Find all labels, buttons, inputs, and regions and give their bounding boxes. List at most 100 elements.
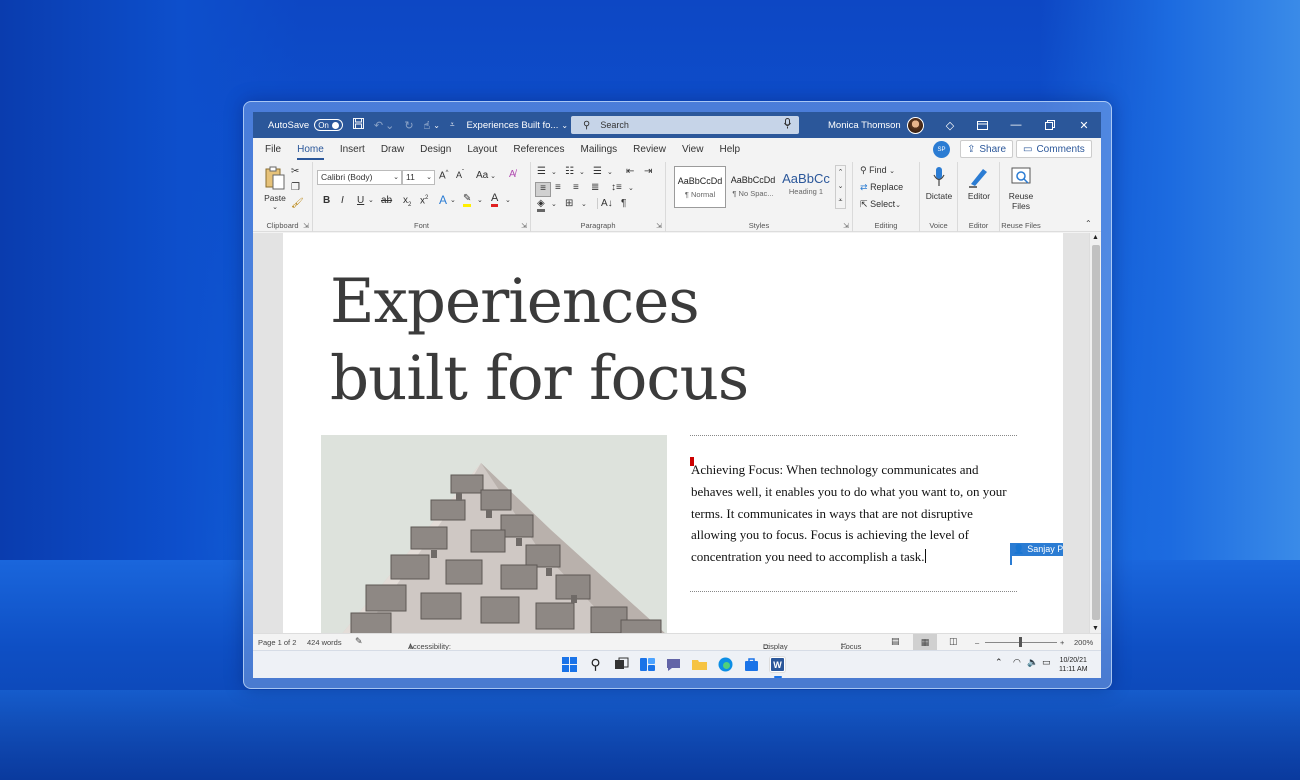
widgets-icon[interactable] (639, 656, 656, 673)
body-paragraph[interactable]: Achieving Focus: When technology communi… (691, 459, 1011, 568)
multilevel-dropdown-icon[interactable]: ⌄ (607, 168, 613, 176)
multilevel-list-icon[interactable]: ☰ (593, 166, 602, 177)
chevron-up-icon[interactable]: ⌃ (995, 657, 1003, 668)
minimize-icon[interactable]: — (999, 112, 1033, 138)
font-size-combo[interactable]: 11 ⌄ (402, 170, 435, 185)
redo-icon[interactable]: ↻ (404, 119, 413, 132)
undo-dropdown-icon[interactable]: ⌄ (385, 119, 394, 132)
clipboard-launcher-icon[interactable]: ⇲ (303, 222, 309, 230)
ribbon-display-icon[interactable] (965, 112, 999, 138)
shrink-font-icon[interactable]: Aˇ (456, 170, 464, 180)
shading-dropdown-icon[interactable]: ⌄ (551, 200, 557, 208)
text-effects-dropdown-icon[interactable]: ⌄ (450, 196, 456, 204)
change-case-button[interactable]: Aa ⌄ (476, 170, 496, 181)
dictate-button[interactable]: Dictate (923, 166, 955, 201)
style-heading-1[interactable]: AaBbCc Heading 1 (780, 166, 832, 208)
file-explorer-icon[interactable] (691, 656, 708, 673)
tab-help[interactable]: Help (711, 138, 748, 162)
justify-icon[interactable]: ≣ (591, 182, 599, 193)
share-button[interactable]: ⇪ Share (960, 140, 1014, 158)
search-icon[interactable]: ⚲ (587, 656, 604, 673)
diamond-icon[interactable]: ◇ (933, 112, 967, 138)
font-name-combo[interactable]: Calibri (Body) ⌄ (317, 170, 402, 185)
paste-dropdown-icon[interactable]: ⌄ (263, 203, 287, 211)
tab-insert[interactable]: Insert (332, 138, 373, 162)
replace-button[interactable]: ⇄ Replace (860, 182, 903, 193)
superscript-icon[interactable]: x2 (420, 195, 428, 206)
close-icon[interactable]: ✕ (1067, 112, 1101, 138)
underline-icon[interactable]: U (357, 195, 364, 206)
numbering-icon[interactable]: ☷ (565, 166, 574, 177)
web-layout-icon[interactable]: ◫ (949, 636, 958, 647)
increase-indent-icon[interactable]: ⇥ (644, 166, 652, 177)
paste-button[interactable]: Paste ⌄ (263, 166, 287, 211)
tab-design[interactable]: Design (412, 138, 459, 162)
align-center-icon[interactable]: ≡ (555, 182, 561, 193)
zoom-in-button[interactable]: + (1060, 638, 1064, 647)
undo-icon[interactable]: ↶ (374, 119, 383, 132)
tab-home[interactable]: Home (289, 138, 332, 162)
read-mode-icon[interactable]: ▤ (891, 636, 900, 647)
numbering-dropdown-icon[interactable]: ⌄ (579, 168, 585, 176)
proofing-icon[interactable]: ✎ (355, 636, 363, 647)
font-color-dropdown-icon[interactable]: ⌄ (505, 196, 511, 204)
volume-icon[interactable]: 🔈 (1027, 657, 1038, 668)
font-color-icon[interactable]: A (491, 192, 499, 207)
wifi-icon[interactable]: ◠ (1013, 657, 1021, 668)
find-button[interactable]: ⚲ Find ⌄ (860, 165, 895, 176)
paragraph-launcher-icon[interactable]: ⇲ (656, 222, 662, 230)
borders-dropdown-icon[interactable]: ⌄ (581, 200, 587, 208)
scroll-down-icon[interactable]: ▼ (1092, 625, 1099, 632)
highlight-dropdown-icon[interactable]: ⌄ (477, 196, 483, 204)
text-effects-icon[interactable]: A (439, 193, 447, 207)
customize-toolbar-icon[interactable]: ⩡ (450, 120, 455, 130)
user-account[interactable]: Monica Thomson (828, 112, 924, 138)
scrollbar-thumb[interactable] (1092, 245, 1100, 620)
borders-icon[interactable]: ⊞ (565, 198, 573, 209)
scroll-up-icon[interactable]: ▲ (1092, 234, 1099, 241)
line-spacing-icon[interactable]: ↕≡ (611, 182, 622, 193)
autosave-toggle[interactable]: On (314, 119, 343, 131)
highlight-icon[interactable]: ✎ (463, 193, 472, 207)
clear-formatting-icon[interactable]: A̸ (509, 169, 516, 180)
tab-review[interactable]: Review (625, 138, 674, 162)
microphone-icon[interactable] (784, 118, 791, 132)
tab-view[interactable]: View (674, 138, 712, 162)
line-spacing-dropdown-icon[interactable]: ⌄ (628, 184, 634, 192)
print-layout-icon[interactable]: ▦ (913, 634, 937, 650)
comments-button[interactable]: ▭ Comments (1016, 140, 1092, 158)
word-app-icon[interactable]: W (769, 656, 786, 673)
align-right-icon[interactable]: ≡ (573, 182, 579, 193)
align-left-icon[interactable]: ≡ (535, 182, 551, 197)
cut-icon[interactable]: ✂ (291, 166, 299, 177)
battery-icon[interactable]: ▭ (1042, 657, 1051, 668)
grow-font-icon[interactable]: A^ (439, 170, 449, 181)
tab-draw[interactable]: Draw (373, 138, 412, 162)
bullets-dropdown-icon[interactable]: ⌄ (551, 168, 557, 176)
document-page[interactable]: Experiences built for focus Achieving Fo… (283, 233, 1063, 633)
start-icon[interactable] (561, 656, 578, 673)
collaborator-avatar[interactable]: SP (933, 141, 950, 158)
copy-icon[interactable]: ❐ (291, 182, 300, 193)
search-box[interactable]: ⚲ Search (571, 116, 799, 134)
style-normal[interactable]: AaBbCcDd ¶ Normal (674, 166, 726, 208)
tab-layout[interactable]: Layout (459, 138, 505, 162)
touch-dropdown-icon[interactable]: ⌄ (433, 121, 440, 130)
collapse-ribbon-icon[interactable]: ⌃ (1085, 219, 1092, 228)
bold-icon[interactable]: B (323, 195, 330, 206)
pilcrow-icon[interactable]: ¶ (621, 198, 626, 209)
title-dropdown-icon[interactable]: ⌄ (561, 121, 568, 130)
page-count[interactable]: Page 1 of 2 (258, 638, 296, 647)
format-painter-icon[interactable]: 🖌 (291, 198, 304, 209)
subscript-icon[interactable]: x2 (403, 195, 411, 208)
italic-icon[interactable]: I (341, 195, 344, 206)
zoom-level[interactable]: 200% (1074, 638, 1093, 647)
sort-icon[interactable]: A↓ (597, 198, 613, 209)
shading-icon[interactable]: ◈ (537, 198, 545, 212)
task-view-icon[interactable] (613, 656, 630, 673)
restore-icon[interactable] (1033, 112, 1067, 138)
styles-scroll[interactable]: ⌃ ⌄ ⩡ (835, 165, 846, 209)
edge-icon[interactable] (717, 656, 734, 673)
zoom-out-button[interactable]: – (975, 638, 979, 647)
word-count[interactable]: 424 words (307, 638, 342, 647)
